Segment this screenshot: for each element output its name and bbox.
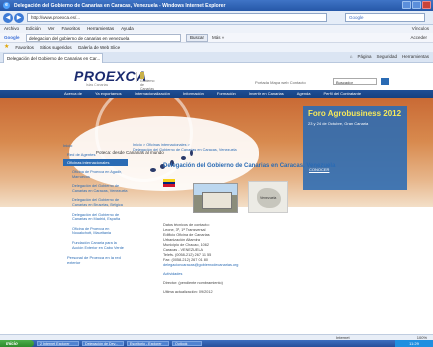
nav-item-internationalization[interactable]: Internacionalización xyxy=(135,90,170,98)
address-bar: ◀ ▶ http://www.proexca.es/... Google xyxy=(0,11,433,25)
maximize-button[interactable] xyxy=(412,1,421,9)
government-emblem-icon xyxy=(140,72,144,79)
taskbar-item[interactable]: Delegación de Dev... xyxy=(82,341,124,346)
nav-item-contractor-profile[interactable]: Perfil del Contratante xyxy=(324,90,362,98)
activities-link[interactable]: Actividades xyxy=(163,272,238,277)
menu-bar: Archivo Edición Ver Favoritos Herramient… xyxy=(0,25,433,33)
venezuela-map: Venezuela xyxy=(248,181,288,213)
sidebar-subitem[interactable]: Oficina de Proexca en Nouakchott, Maurit… xyxy=(63,226,128,237)
google-toolbar: Google delegacion del gobierno de canari… xyxy=(0,33,433,43)
sidebar-subitem[interactable]: Fundación Canaria para la Acción Exterio… xyxy=(63,240,128,251)
taskbar-item[interactable]: Outlook xyxy=(172,341,202,346)
window-controls xyxy=(402,1,431,9)
director-text: Director: (pendiente nombramiento) xyxy=(163,281,223,285)
sidebar-item-offices[interactable]: Oficinas internacionales xyxy=(63,159,128,166)
browser-search-input[interactable]: Google xyxy=(345,13,425,22)
content-breadcrumb-current[interactable]: Delegación del Gobierno de Canarias en C… xyxy=(133,148,393,152)
google-signin-link[interactable]: Acceder xyxy=(410,35,427,40)
page-title: Delegación del Gobierno de Canarias en C… xyxy=(163,163,336,169)
building-shape xyxy=(202,192,232,209)
sidebar-breadcrumb[interactable]: Inicio xyxy=(63,143,128,148)
nav-item-exporting[interactable]: Ya exportamos xyxy=(95,90,122,98)
command-tools[interactable]: Herramientas xyxy=(402,54,429,59)
back-arrow-icon[interactable]: ◀ xyxy=(3,13,13,23)
favorites-star-icon[interactable]: ★ xyxy=(4,44,9,50)
nav-item-about[interactable]: Acerca de xyxy=(64,90,82,98)
office-building-photo xyxy=(193,183,238,213)
email-link[interactable]: delegacioncaracas@gobiernodecanarias.org xyxy=(163,263,238,268)
start-button[interactable]: Inicio xyxy=(0,340,34,347)
taskbar-clock: 11:29 xyxy=(395,340,433,347)
contact-info: Datos técnicos de contacto: Leone, 3º, 1… xyxy=(163,223,238,295)
home-icon[interactable]: ⌂ xyxy=(350,54,353,59)
government-logo[interactable]: Gobierno de Canarias xyxy=(136,72,154,91)
browser-tab[interactable]: Delegación del Gobierno de Canarias en C… xyxy=(3,53,103,63)
favorites-item[interactable]: Sitios sugeridos xyxy=(40,45,72,50)
site-search-input[interactable]: Buscador xyxy=(333,78,377,85)
sidebar-subitem[interactable]: Delegación del Gobierno de Canarias en C… xyxy=(63,183,128,194)
window-title: Delegación del Gobierno de Canarias en C… xyxy=(14,3,226,9)
site-search-button[interactable] xyxy=(381,78,389,85)
sidebar-subitem[interactable]: Oficina de Proexca en Agadir, Marruecos xyxy=(63,169,128,180)
internet-explorer-icon: e xyxy=(3,2,10,9)
sidebar-subitem[interactable]: Delegación del Gobierno de Canarias en B… xyxy=(63,197,128,208)
favorites-bar: ★ Favoritos Sitios sugeridos Galería de … xyxy=(0,43,433,52)
content-breadcrumb[interactable]: Inicio > Oficinas internacionales > xyxy=(133,143,393,147)
menu-item-favorites[interactable]: Favoritos xyxy=(62,26,81,32)
tab-row: Delegación del Gobierno de Canarias en C… xyxy=(0,52,433,63)
url-input[interactable]: http://www.proexca.es/... xyxy=(27,13,327,22)
sidebar-item-staff[interactable]: Personal de Proexca en la red exterior xyxy=(63,254,128,266)
site-navigation: Acerca de Ya exportamos Internacionaliza… xyxy=(0,90,433,98)
site-header: PROEXCA Islas Canarias Gobierno de Canar… xyxy=(0,63,433,91)
sidebar: Inicio Red de Agentes Oficinas internaci… xyxy=(63,143,128,293)
flag-stripe xyxy=(163,184,175,187)
nav-item-training[interactable]: Formación xyxy=(217,90,236,98)
taskbar-item[interactable]: 2 Internet Explorer xyxy=(37,341,79,346)
page-viewport: PROEXCA Islas Canarias Gobierno de Canar… xyxy=(0,63,433,334)
favorites-item[interactable]: Galería de Web Slice xyxy=(78,45,120,50)
google-logo: Google xyxy=(4,35,20,40)
forward-arrow-icon[interactable]: ▶ xyxy=(14,13,24,23)
nav-item-invest[interactable]: Invertir en Canarias xyxy=(249,90,284,98)
command-page[interactable]: Página xyxy=(357,54,371,59)
minimize-button[interactable] xyxy=(402,1,411,9)
sidebar-item-agents[interactable]: Red de Agentes xyxy=(63,151,128,158)
windows-taskbar: Inicio 2 Internet Explorer Delegación de… xyxy=(0,340,433,347)
command-security[interactable]: Seguridad xyxy=(376,54,397,59)
promo-title: Foro Agrobusiness 2012 xyxy=(308,109,402,118)
sidebar-subitem[interactable]: Delegación del Gobierno de Canarias en M… xyxy=(63,212,128,223)
main-content: Inicio > Oficinas internacionales > Dele… xyxy=(133,143,393,294)
menu-item-help[interactable]: Ayuda xyxy=(121,26,134,32)
taskbar-item[interactable]: Escritorio - Explorer xyxy=(127,341,169,346)
google-more-link[interactable]: Más » xyxy=(212,35,224,40)
nav-item-agenda[interactable]: Agenda xyxy=(297,90,311,98)
promo-text: 23 y 24 de Octubre, Gran Canaria xyxy=(308,121,369,126)
menu-item-tools[interactable]: Herramientas xyxy=(87,26,114,32)
last-updated-text: Ultima actualización: 09/2012 xyxy=(163,290,213,294)
google-search-input[interactable]: delegacion del gobierno de canarias en v… xyxy=(26,34,181,42)
menu-item-view[interactable]: Ver xyxy=(48,26,55,32)
favorites-label[interactable]: Favoritos xyxy=(15,45,34,50)
links-label[interactable]: Vínculos xyxy=(412,26,429,31)
google-search-button[interactable]: Buscar xyxy=(186,34,208,42)
nav-item-information[interactable]: Información xyxy=(183,90,204,98)
header-links[interactable]: Portada Mapa web Contacto xyxy=(255,80,306,85)
venezuela-flag-icon xyxy=(163,179,175,187)
window-titlebar: e Delegación del Gobierno de Canarias en… xyxy=(0,0,433,11)
menu-item-edit[interactable]: Edición xyxy=(26,26,41,32)
logo-subtitle: Islas Canarias xyxy=(86,83,109,87)
menu-item-file[interactable]: Archivo xyxy=(4,26,19,32)
command-bar: ⌂ Página Seguridad Herramientas xyxy=(350,54,429,59)
map-label: Venezuela xyxy=(260,196,277,200)
close-button[interactable] xyxy=(422,1,431,9)
